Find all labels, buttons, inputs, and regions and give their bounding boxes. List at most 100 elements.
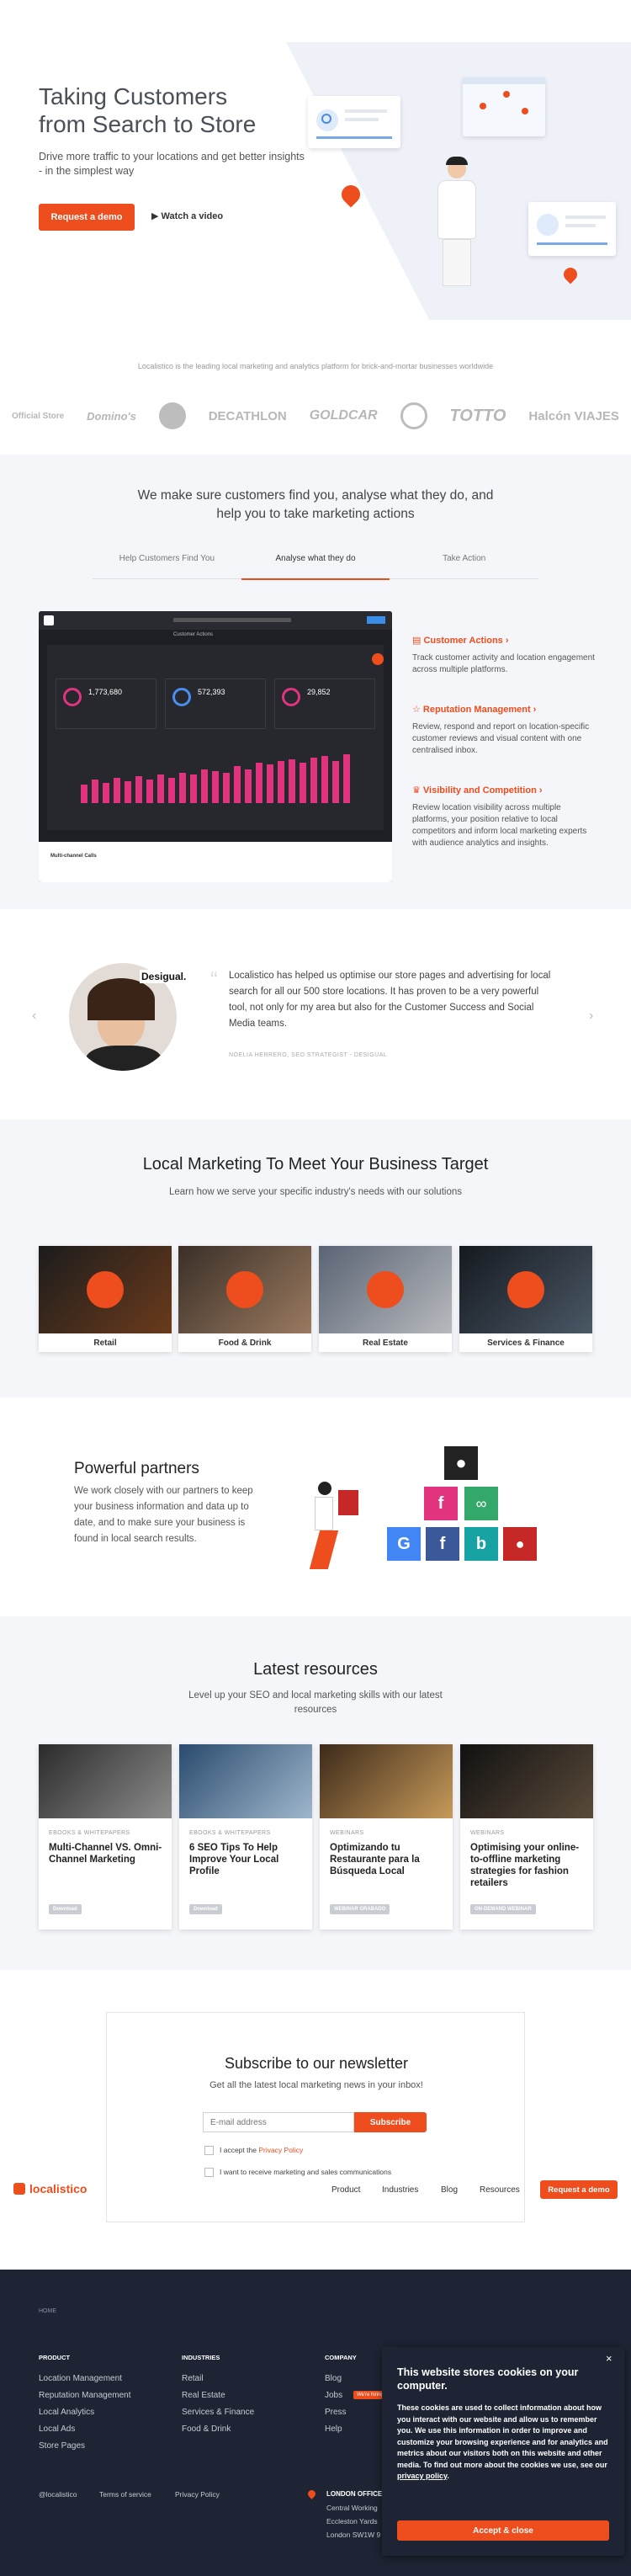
footer-link[interactable]: Reputation Management	[39, 2391, 131, 2400]
nav-blog[interactable]: Blog	[441, 2185, 458, 2195]
footer-link[interactable]: Local Analytics	[39, 2408, 94, 2417]
fork-knife-icon	[226, 1271, 263, 1308]
footer-link[interactable]: Location Management	[39, 2374, 122, 2383]
industry-card-retail[interactable]: Retail	[39, 1246, 172, 1352]
footer-twitter-link[interactable]: @localistico	[39, 2490, 77, 2499]
footer-col-title: INDUSTRIES	[182, 2354, 220, 2361]
office-line: Central Working	[326, 2504, 378, 2512]
subscribe-button[interactable]: Subscribe	[354, 2112, 427, 2132]
privacy-policy-link[interactable]: Privacy Policy	[258, 2146, 303, 2154]
resource-button[interactable]: ON-DEMAND WEBINAR	[470, 1904, 536, 1914]
business-subtitle: Learn how we serve your specific industr…	[168, 1187, 462, 1197]
accept-cookies-button[interactable]: Accept & close	[397, 2520, 609, 2541]
resource-image	[320, 1744, 453, 1818]
footer-link[interactable]: Help	[325, 2424, 342, 2434]
brand-logo-desigual: Desigual.	[140, 970, 188, 983]
footer-link[interactable]: Press	[325, 2408, 347, 2417]
nav-request-demo-button[interactable]: Request a demo	[540, 2180, 618, 2199]
resource-image	[39, 1744, 172, 1818]
industry-card-food[interactable]: Food & Drink	[178, 1246, 311, 1352]
map-card	[463, 77, 545, 136]
industry-card-realestate[interactable]: Real Estate	[319, 1246, 452, 1352]
dashboard-screenshot: Customer Actions 1,773,680 572,393 29,85…	[39, 611, 392, 882]
logo-vodafone	[158, 402, 186, 429]
resource-button[interactable]: Download	[189, 1904, 222, 1914]
dashboard-bar	[92, 780, 98, 803]
footer-link[interactable]: Food & Drink	[182, 2424, 231, 2434]
cookie-privacy-link[interactable]: privacy policy	[397, 2472, 447, 2480]
footer-privacy-link[interactable]: Privacy Policy	[175, 2490, 220, 2499]
hero-title: Taking Customers from Search to Store	[39, 83, 257, 137]
footer-link[interactable]: Real Estate	[182, 2391, 225, 2400]
tab-find[interactable]: Help Customers Find You	[93, 554, 241, 578]
partners-text: We work closely with our partners to kee…	[74, 1486, 253, 1544]
privacy-checkbox[interactable]	[204, 2146, 214, 2155]
cookie-banner: × This website stores cookies on your co…	[382, 2347, 624, 2556]
dashboard-bar	[300, 763, 306, 803]
footer-link[interactable]: Blog	[325, 2374, 342, 2383]
resource-card[interactable]: EBOOKS & WHITEPAPERS 6 SEO Tips To Help …	[179, 1744, 312, 1929]
resource-tag: EBOOKS & WHITEPAPERS	[49, 1830, 130, 1836]
dashboard-bar	[125, 781, 131, 803]
logo-starbucks	[400, 402, 427, 429]
resource-card[interactable]: WEBINARS Optimizando tu Restaurante para…	[320, 1744, 453, 1929]
dashboard-bar	[190, 774, 197, 803]
partners-title: Powerful partners	[74, 1460, 199, 1477]
tab-action[interactable]: Take Action	[390, 554, 538, 578]
resource-card[interactable]: WEBINARS Optimising your online-to-offli…	[460, 1744, 593, 1929]
footer-home-link[interactable]: HOME	[39, 2308, 56, 2314]
resource-tag: EBOOKS & WHITEPAPERS	[189, 1830, 271, 1836]
nav-industries[interactable]: Industries	[382, 2185, 418, 2195]
dashboard-bar	[103, 783, 109, 803]
map-pin-icon	[337, 181, 364, 208]
footer-link[interactable]: Jobs	[325, 2391, 342, 2400]
footer-terms-link[interactable]: Terms of service	[99, 2490, 151, 2499]
feature-item-reputation: ☆ Reputation Management › Review, respon…	[412, 705, 590, 755]
resource-button[interactable]: Download	[49, 1904, 82, 1914]
logo-mark-icon	[13, 2183, 25, 2195]
logo-goldcar: GOLDCAR	[309, 408, 378, 423]
request-demo-button[interactable]: Request a demo	[39, 204, 135, 231]
trophy-icon: ♛	[412, 785, 423, 796]
dashboard-bar	[343, 754, 350, 803]
dashboard-bar	[332, 761, 339, 803]
dashboard-bar	[310, 758, 317, 803]
next-arrow-icon[interactable]: ›	[589, 1009, 593, 1024]
footer-link[interactable]: Retail	[182, 2374, 204, 2383]
resource-button[interactable]: WEBINAR GRABADO	[330, 1904, 390, 1914]
hero-subtitle: Drive more traffic to your locations and…	[39, 151, 305, 177]
logo-official-store: Official Store	[12, 411, 65, 421]
logo-totto: TOTTO	[449, 406, 506, 425]
nav-product[interactable]: Product	[331, 2185, 360, 2195]
localistico-logo[interactable]: localistico	[13, 2182, 87, 2195]
stat-value: 29,852	[307, 688, 331, 696]
dashboard-bar	[245, 769, 252, 803]
dashboard-bar	[201, 769, 208, 803]
resource-title: Optimising your online-to-offline market…	[470, 1843, 580, 1888]
cookie-close-icon[interactable]: ×	[606, 2352, 612, 2365]
resource-tag: WEBINARS	[330, 1830, 364, 1836]
dashboard-bar	[135, 776, 142, 803]
dashboard-bar	[114, 778, 120, 803]
cookie-text: These cookies are used to collect inform…	[397, 2403, 608, 2480]
nav-resources[interactable]: Resources	[480, 2185, 520, 2195]
industry-card-services[interactable]: Services & Finance	[459, 1246, 592, 1352]
star-icon: ☆	[412, 705, 423, 715]
play-icon: ▶	[151, 211, 162, 221]
watch-video-link[interactable]: ▶ Watch a video	[151, 210, 223, 221]
resource-card[interactable]: EBOOKS & WHITEPAPERS Multi-Channel VS. O…	[39, 1744, 172, 1929]
dashboard-bar	[267, 764, 273, 803]
partners-section: Powerful partners We work closely with o…	[0, 1397, 631, 1616]
prev-arrow-icon[interactable]: ‹	[32, 1009, 36, 1024]
tab-analyse[interactable]: Analyse what they do	[241, 554, 390, 580]
footer-link[interactable]: Services & Finance	[182, 2408, 254, 2417]
foursquare-icon: f	[424, 1487, 458, 1520]
handshake-icon	[507, 1271, 544, 1308]
footer-link[interactable]: Local Ads	[39, 2424, 75, 2434]
office-title: LONDON OFFICE	[326, 2490, 383, 2498]
footer-link[interactable]: Store Pages	[39, 2441, 85, 2451]
cookie-title: This website stores cookies on your comp…	[397, 2366, 579, 2392]
business-title: Local Marketing To Meet Your Business Ta…	[142, 1155, 489, 1174]
email-input[interactable]	[203, 2112, 354, 2132]
bing-icon: b	[464, 1527, 498, 1561]
